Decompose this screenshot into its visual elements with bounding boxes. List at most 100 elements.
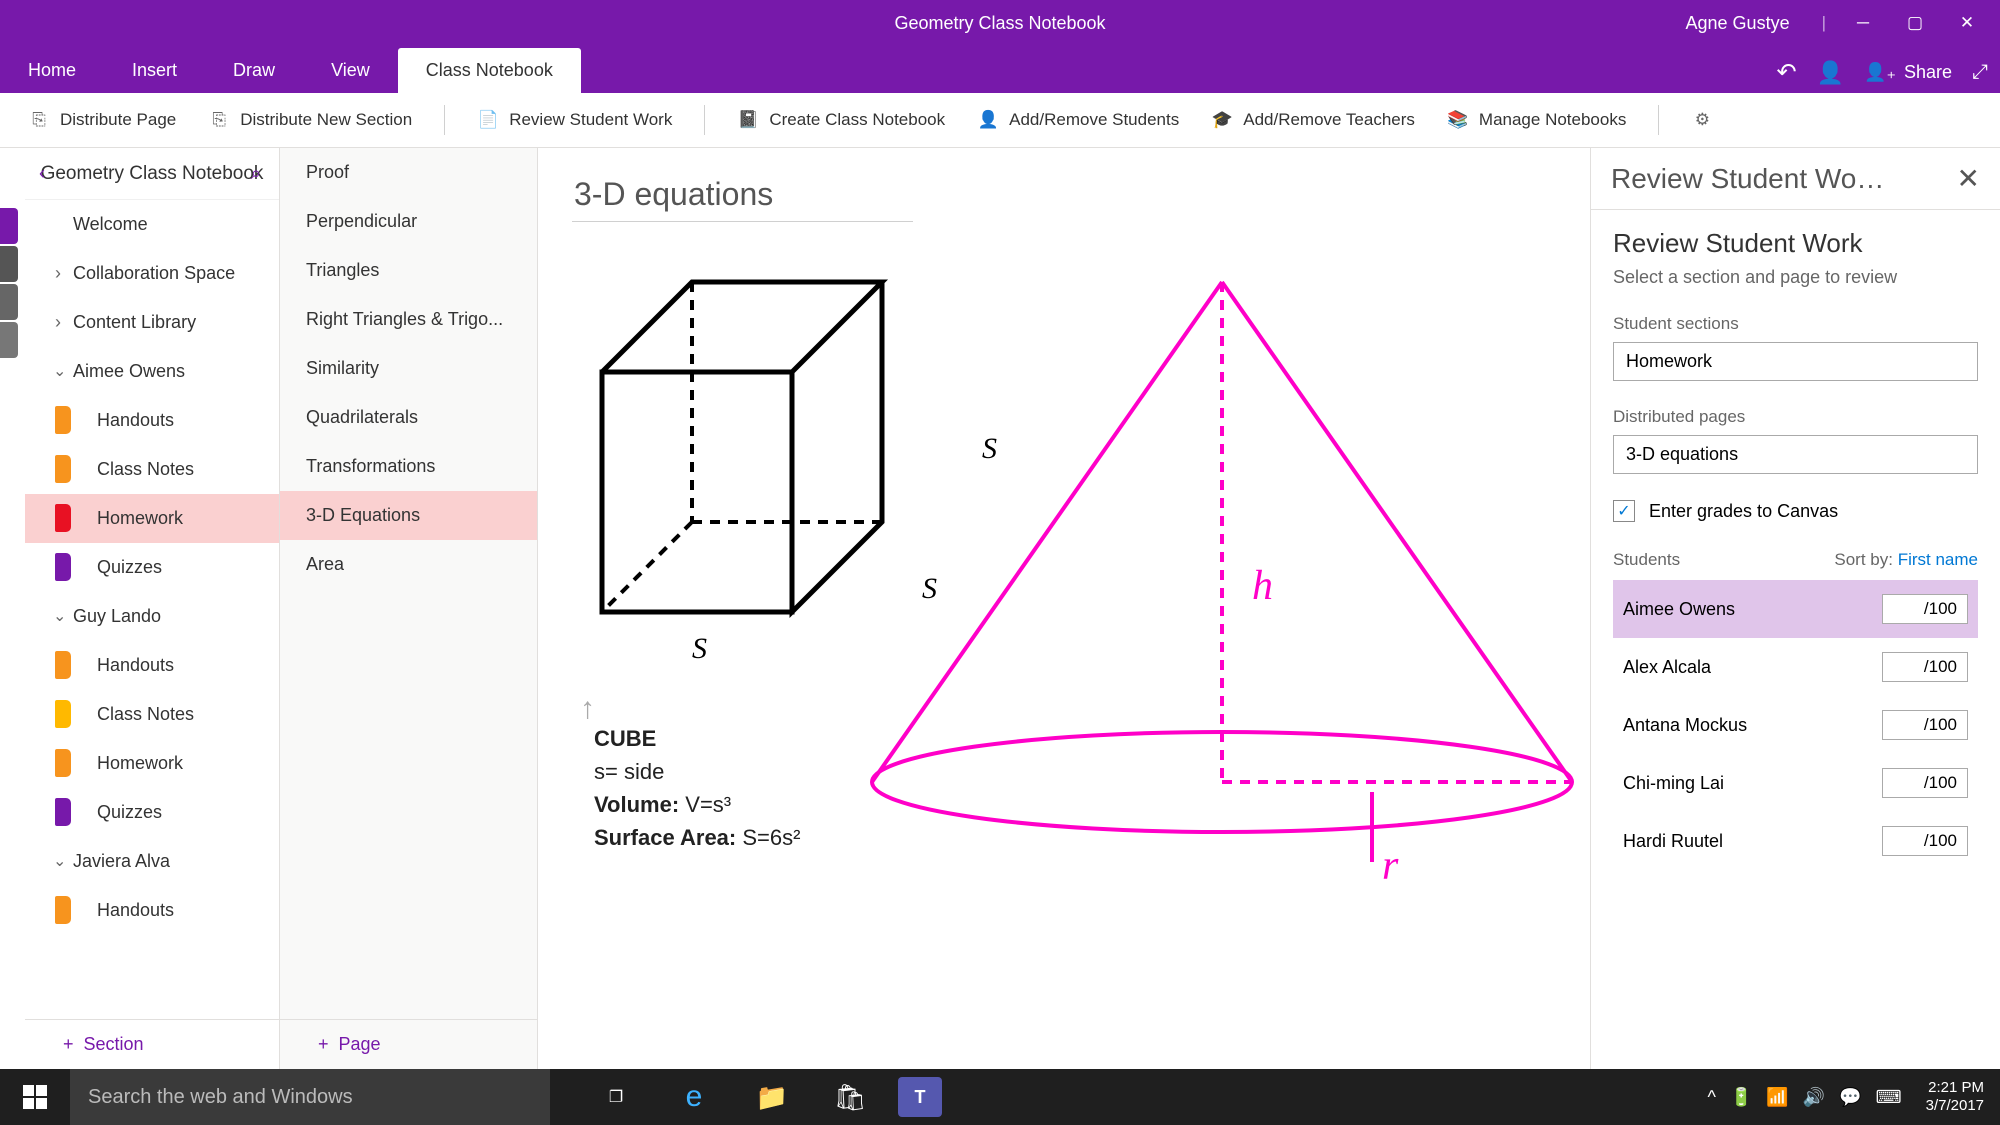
notebook-tab[interactable]: [0, 208, 18, 244]
sidebar-item[interactable]: Collaboration Space: [25, 249, 279, 298]
grade-input[interactable]: /100: [1882, 652, 1968, 682]
grade-input[interactable]: /100: [1882, 710, 1968, 740]
page-sidebar: ProofPerpendicularTrianglesRight Triangl…: [280, 148, 538, 1069]
checkbox-icon[interactable]: ✓: [1613, 500, 1635, 522]
grade-input[interactable]: /100: [1882, 594, 1968, 624]
sidebar-item[interactable]: Javiera Alva: [25, 837, 279, 886]
page-item[interactable]: Similarity: [280, 344, 537, 393]
start-button[interactable]: [0, 1069, 70, 1125]
notebook-tab[interactable]: [0, 284, 18, 320]
tab-class-notebook[interactable]: Class Notebook: [398, 48, 581, 93]
teams-icon[interactable]: T: [898, 1077, 942, 1117]
students-label: Students: [1613, 550, 1680, 570]
sidebar-subitem[interactable]: Handouts: [25, 641, 279, 690]
sidebar-subitem[interactable]: Handouts: [25, 396, 279, 445]
notebook-tab[interactable]: [0, 322, 18, 358]
student-row[interactable]: Chi-ming Lai/100: [1613, 754, 1978, 812]
extras-button[interactable]: ⚙: [1691, 109, 1713, 131]
search-icon[interactable]: ⌕: [251, 163, 261, 184]
create-class-notebook-button[interactable]: 📓Create Class Notebook: [737, 109, 945, 131]
page-item[interactable]: Proof: [280, 148, 537, 197]
page-canvas[interactable]: 3-D equations S S S: [538, 148, 1590, 1069]
taskbar-search[interactable]: Search the web and Windows: [70, 1069, 550, 1125]
grade-input[interactable]: /100: [1882, 768, 1968, 798]
sidebar-item[interactable]: Aimee Owens: [25, 347, 279, 396]
sort-by-link[interactable]: First name: [1898, 550, 1978, 569]
volume-icon[interactable]: 🔊: [1803, 1087, 1825, 1108]
student-row[interactable]: Hardi Ruutel/100: [1613, 812, 1978, 870]
student-row[interactable]: Antana Mockus/100: [1613, 696, 1978, 754]
canvas-grades-checkbox-row[interactable]: ✓ Enter grades to Canvas: [1613, 500, 1978, 522]
page-title[interactable]: 3-D equations: [572, 172, 913, 222]
student-row[interactable]: Aimee Owens/100: [1613, 580, 1978, 638]
tab-insert[interactable]: Insert: [104, 48, 205, 93]
grade-input[interactable]: /100: [1882, 826, 1968, 856]
close-button[interactable]: ✕: [1952, 8, 1982, 38]
add-remove-teachers-button[interactable]: 🎓Add/Remove Teachers: [1211, 109, 1415, 131]
system-tray[interactable]: ^ 🔋 📶 🔊 💬 ⌨ 2:21 PM 3/7/2017: [1707, 1079, 2000, 1115]
student-sections-select[interactable]: Homework: [1613, 342, 1978, 381]
page-item[interactable]: Perpendicular: [280, 197, 537, 246]
manage-notebooks-button[interactable]: 📚Manage Notebooks: [1447, 109, 1626, 131]
sidebar-subitem[interactable]: Handouts: [25, 886, 279, 935]
cone-radius-label: r: [1382, 842, 1398, 890]
page-item[interactable]: Triangles: [280, 246, 537, 295]
page-item[interactable]: Quadrilaterals: [280, 393, 537, 442]
distribute-page-button[interactable]: ⎘Distribute Page: [28, 109, 176, 131]
fullscreen-icon[interactable]: ⤢: [1972, 61, 1988, 84]
store-icon[interactable]: 🛍: [820, 1069, 880, 1125]
share-button[interactable]: 👤₊ Share: [1864, 62, 1952, 83]
page-list: ProofPerpendicularTrianglesRight Triangl…: [280, 148, 537, 1019]
notebook-tab[interactable]: [0, 246, 18, 282]
sidebar-subitem[interactable]: Quizzes: [25, 543, 279, 592]
task-view-icon[interactable]: ❐: [586, 1069, 646, 1125]
battery-icon[interactable]: 🔋: [1730, 1087, 1752, 1108]
sidebar-subitem[interactable]: Homework: [25, 494, 279, 543]
sidebar-subitem[interactable]: Class Notes: [25, 690, 279, 739]
distribute-new-section-button[interactable]: ⎘Distribute New Section: [208, 109, 412, 131]
student-row[interactable]: Alex Alcala/100: [1613, 638, 1978, 696]
main-area: ‹ Geometry Class Notebook ⌕ WelcomeColla…: [0, 148, 2000, 1069]
cone-height-label: h: [1252, 562, 1273, 610]
add-section-button[interactable]: +Section: [25, 1019, 279, 1069]
sidebar-subitem[interactable]: Class Notes: [25, 445, 279, 494]
sa-value: S=6s²: [742, 825, 800, 850]
share-label: Share: [1904, 62, 1952, 83]
keyboard-icon[interactable]: ⌨: [1876, 1087, 1902, 1108]
review-student-work-button[interactable]: 📄Review Student Work: [477, 109, 672, 131]
clock[interactable]: 2:21 PM 3/7/2017: [1916, 1079, 1984, 1115]
current-user[interactable]: Agne Gustye: [1686, 13, 1800, 34]
page-item[interactable]: Transformations: [280, 442, 537, 491]
maximize-button[interactable]: ▢: [1900, 8, 1930, 38]
sidebar-item[interactable]: Content Library: [25, 298, 279, 347]
create-notebook-icon: 📓: [737, 109, 759, 131]
sidebar-subitem[interactable]: Homework: [25, 739, 279, 788]
sidebar-item[interactable]: Welcome: [25, 200, 279, 249]
notifications-icon[interactable]: 💬: [1839, 1087, 1861, 1108]
edge-icon[interactable]: e: [664, 1069, 724, 1125]
tab-home[interactable]: Home: [0, 48, 104, 93]
minimize-button[interactable]: ─: [1848, 8, 1878, 38]
sidebar-item[interactable]: Guy Lando: [25, 592, 279, 641]
page-item[interactable]: Area: [280, 540, 537, 589]
toolbar-separator: [1658, 105, 1659, 135]
section-color-tab: [55, 455, 71, 483]
undo-icon[interactable]: ↶: [1777, 58, 1797, 87]
file-explorer-icon[interactable]: 📁: [742, 1069, 802, 1125]
section-color-tab: [55, 651, 71, 679]
tab-draw[interactable]: Draw: [205, 48, 303, 93]
wifi-icon[interactable]: 📶: [1766, 1087, 1788, 1108]
tab-view[interactable]: View: [303, 48, 398, 93]
notebook-title[interactable]: Geometry Class Notebook: [41, 163, 264, 185]
page-item[interactable]: Right Triangles & Trigo...: [280, 295, 537, 344]
account-icon[interactable]: 👤: [1817, 60, 1844, 86]
add-page-button[interactable]: +Page: [280, 1019, 537, 1069]
close-panel-icon[interactable]: ✕: [1957, 162, 1980, 195]
tray-chevron-icon[interactable]: ^: [1707, 1087, 1715, 1108]
distributed-pages-select[interactable]: 3-D equations: [1613, 435, 1978, 474]
back-icon[interactable]: ‹: [39, 163, 45, 184]
page-item[interactable]: 3-D Equations: [280, 491, 537, 540]
add-remove-students-button[interactable]: 👤Add/Remove Students: [977, 109, 1179, 131]
plus-icon: +: [63, 1034, 74, 1055]
sidebar-subitem[interactable]: Quizzes: [25, 788, 279, 837]
